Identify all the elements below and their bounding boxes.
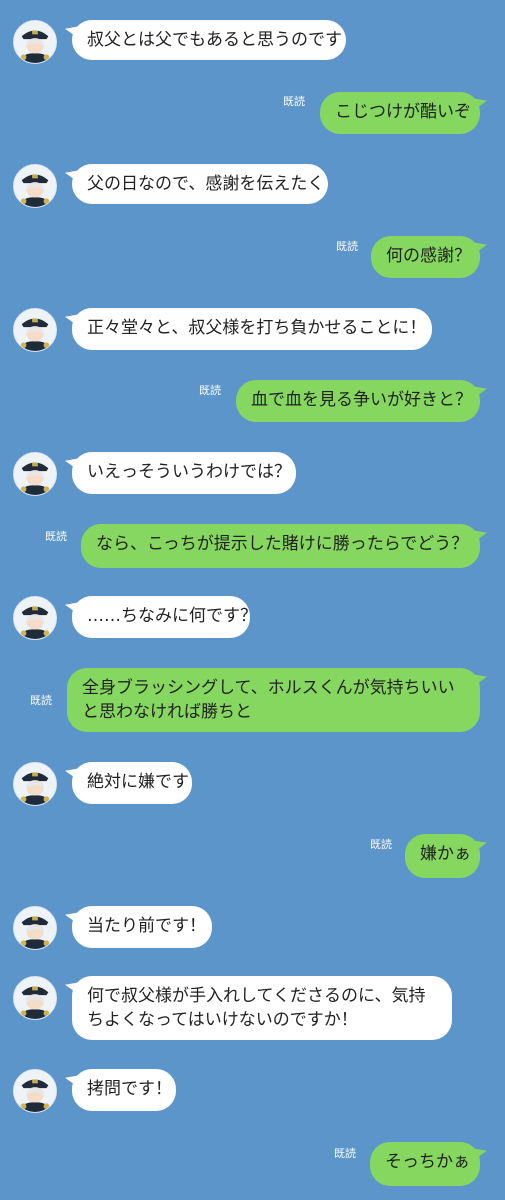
incoming-message[interactable]: 叔父とは父でもあると思うのです (72, 20, 346, 60)
outgoing-message[interactable]: そっちかぁ (370, 1142, 480, 1186)
avatar[interactable] (13, 596, 57, 640)
outgoing-message[interactable]: なら、こっちが提示した賭けに勝ったらでどう？ (81, 524, 480, 568)
incoming-message[interactable]: 絶対に嫌です (72, 762, 192, 804)
outgoing-message[interactable]: こじつけが酷いぞ (320, 92, 480, 134)
avatar[interactable] (13, 20, 57, 64)
read-receipt: 既読 (370, 838, 392, 851)
incoming-message[interactable]: 当たり前です！ (72, 906, 212, 948)
outgoing-message[interactable]: 血で血を見る争いが好きと？ (236, 380, 480, 422)
avatar[interactable] (13, 762, 57, 806)
outgoing-message[interactable]: 嫌かぁ (405, 834, 480, 878)
outgoing-message[interactable]: 何の感謝？ (371, 236, 480, 278)
avatar[interactable] (13, 976, 57, 1020)
avatar[interactable] (13, 906, 57, 950)
read-receipt: 既読 (30, 694, 52, 707)
read-receipt: 既読 (45, 530, 67, 543)
read-receipt: 既読 (336, 240, 358, 253)
read-receipt: 既読 (334, 1147, 356, 1160)
avatar[interactable] (13, 308, 57, 352)
incoming-message[interactable]: 正々堂々と、叔父様を打ち負かせることに！ (72, 308, 432, 350)
outgoing-message[interactable]: 全身ブラッシングして、ホルスくんが気持ちいいと思わなければ勝ちと (67, 668, 480, 732)
read-receipt: 既読 (283, 95, 305, 108)
avatar[interactable] (13, 452, 57, 496)
incoming-message[interactable]: いえっそういうわけでは？ (72, 452, 296, 494)
avatar[interactable] (13, 1069, 57, 1113)
incoming-message[interactable]: ……ちなみに何です？ (72, 596, 257, 638)
incoming-message[interactable]: 拷問です！ (72, 1069, 176, 1111)
incoming-message[interactable]: 何で叔父様が手入れしてくださるのに、気持ちよくなってはいけないのですか！ (72, 976, 452, 1040)
avatar[interactable] (13, 164, 57, 208)
read-receipt: 既読 (199, 384, 221, 397)
incoming-message[interactable]: 父の日なので、感謝を伝えたく (72, 164, 328, 204)
